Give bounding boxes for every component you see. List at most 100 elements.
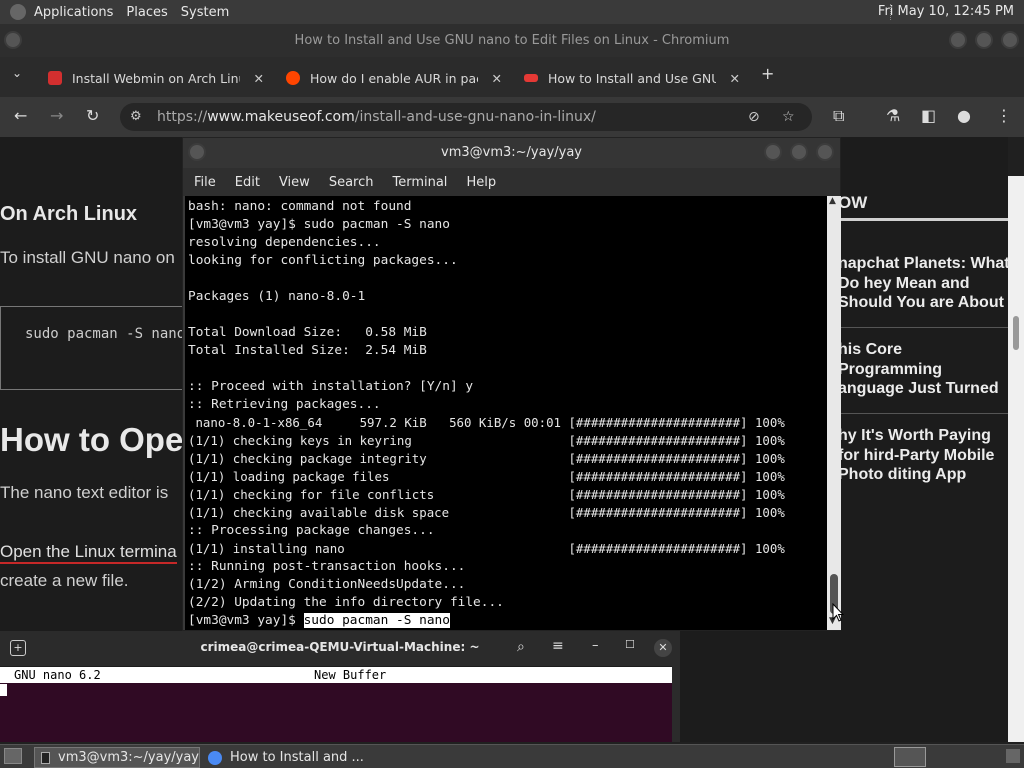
places-menu[interactable]: Places — [126, 5, 167, 20]
terminal-window[interactable]: vm3@vm3:~/yay/yay File Edit View Search … — [182, 137, 841, 631]
top-panel: Applications Places System Fri May 10, 1… — [0, 0, 1024, 24]
window-menu-icon[interactable] — [4, 31, 22, 49]
article-subheading: On Arch Linux — [0, 203, 138, 225]
show-desktop-icon[interactable] — [4, 748, 22, 764]
tab-label: How to Install and Use GNU nano — [548, 70, 716, 86]
reload-icon[interactable]: ↻ — [86, 106, 99, 125]
forward-icon[interactable]: → — [50, 106, 63, 125]
terminal-prompt-line: [vm3@vm3 yay]$ sudo pacman -S nano — [188, 612, 450, 630]
article-paragraph: To install GNU nano on — [0, 248, 175, 267]
terminal-line: [vm3@vm3 yay]$ sudo pacman -S nano — [188, 217, 450, 232]
article-paragraph: create a new file. — [0, 571, 129, 590]
tab-close-icon[interactable]: ✕ — [254, 71, 264, 86]
clock[interactable]: Fri May 10, 12:45 PM — [878, 4, 1014, 19]
menu-search[interactable]: Search — [329, 175, 374, 190]
sidebar-divider — [838, 327, 1008, 328]
hamburger-menu-icon[interactable]: ≡ — [552, 638, 564, 654]
maximize-button[interactable] — [975, 31, 993, 49]
tab-aur[interactable]: How do I enable AUR in pacman ✕ — [286, 63, 502, 93]
nano-editor-area[interactable] — [0, 683, 672, 742]
new-tab-button[interactable]: + — [761, 64, 774, 83]
url-scheme: https:// — [157, 109, 208, 125]
url-host: www.makeuseof.com — [207, 109, 355, 125]
makeuseof-favicon-icon — [524, 74, 538, 82]
sidebar-divider — [838, 413, 1008, 414]
terminal-line: (1/1) loading package files [###########… — [188, 469, 785, 484]
menu-edit[interactable]: Edit — [235, 175, 260, 190]
terminal-close-button[interactable] — [816, 143, 834, 161]
chromium-app-icon — [208, 750, 222, 765]
mouse-pointer-icon — [832, 603, 844, 622]
search-icon[interactable]: ⌕ — [517, 639, 525, 655]
back-icon[interactable]: ← — [14, 106, 27, 125]
sidebar-article-link[interactable]: his Core Programming anguage Just Turned… — [838, 340, 1010, 400]
extensions-icon[interactable]: ⧉ — [833, 106, 844, 126]
menu-kebab-icon[interactable]: ⋮ — [996, 106, 1012, 125]
close-button[interactable] — [1001, 31, 1019, 49]
article-heading: How to Ope — [0, 421, 184, 458]
terminal-title-text: vm3@vm3:~/yay/yay — [441, 145, 582, 160]
system-menu[interactable]: System — [181, 5, 229, 20]
terminal-line: (2/2) Updating the info directory file..… — [188, 595, 504, 610]
sidebar-article-link[interactable]: napchat Planets: What Do hey Mean and Sh… — [838, 254, 1010, 314]
tab-search-icon[interactable]: ⌄ — [12, 66, 22, 80]
tab-close-icon[interactable]: ✕ — [730, 71, 740, 86]
eye-slash-icon[interactable]: ⊘ — [748, 103, 760, 131]
side-panel-icon[interactable]: ◧ — [921, 106, 936, 125]
ubuntu-terminal-title: crimea@crimea-QEMU-Virtual-Machine: ~ — [200, 640, 480, 654]
terminal-app-icon — [41, 751, 50, 764]
menu-view[interactable]: View — [279, 175, 310, 190]
tab-close-icon[interactable]: ✕ — [492, 71, 502, 86]
text-cursor — [0, 684, 7, 696]
terminal-line: bash: nano: command not found — [188, 199, 412, 214]
tab-gnu-nano[interactable]: How to Install and Use GNU nano ✕ — [524, 63, 740, 93]
taskbar-terminal-button[interactable]: vm3@vm3:~/yay/yay — [34, 747, 200, 768]
terminal-line: (1/1) checking package integrity [######… — [188, 451, 785, 466]
sidebar-heading: OW — [838, 193, 868, 212]
terminal-line: (1/1) checking keys in keyring [########… — [188, 433, 785, 448]
page-scrollbar-thumb[interactable] — [1013, 316, 1019, 350]
terminal-line: (1/2) Arming ConditionNeedsUpdate... — [188, 577, 466, 592]
terminal-minimize-button[interactable] — [764, 143, 782, 161]
menu-terminal[interactable]: Terminal — [392, 175, 447, 190]
profile-icon[interactable]: ● — [957, 106, 971, 125]
taskbar-chromium-button[interactable]: How to Install and ... — [204, 747, 374, 768]
browser-window-title: How to Install and Use GNU nano to Edit … — [0, 24, 1024, 57]
ubuntu-terminal-headerbar[interactable]: + crimea@crimea-QEMU-Virtual-Machine: ~ … — [0, 631, 680, 666]
applications-menu[interactable]: Applications — [34, 5, 113, 20]
address-bar[interactable]: ⚙ https://www.makeuseof.com/install-and-… — [120, 103, 812, 131]
scroll-up-icon[interactable]: ▲ — [829, 196, 836, 206]
minimize-button[interactable] — [949, 31, 967, 49]
terminal-line: :: Processing package changes... — [188, 523, 435, 538]
close-icon[interactable]: ✕ — [654, 639, 672, 657]
bottom-taskbar: vm3@vm3:~/yay/yay How to Install and ... — [0, 744, 1024, 768]
selected-command[interactable]: sudo pacman -S nano — [303, 613, 450, 628]
labs-icon[interactable]: ⚗ — [886, 106, 900, 125]
trash-icon[interactable] — [1006, 749, 1020, 763]
article-link[interactable]: Open the Linux termina — [0, 542, 177, 564]
terminal-scrollbar[interactable]: ▲ ▼ — [827, 196, 841, 630]
terminal-line: nano-8.0-1-x86_64 597.2 KiB 560 KiB/s 00… — [188, 415, 785, 430]
terminal-line: :: Retrieving packages... — [188, 397, 381, 412]
maximize-icon[interactable]: ☐ — [625, 638, 635, 651]
terminal-line: Total Download Size: 0.58 MiB — [188, 325, 427, 340]
menu-file[interactable]: File — [194, 175, 216, 190]
terminal-menubar: File Edit View Search Terminal Help — [183, 168, 840, 196]
workspace-switcher[interactable] — [894, 747, 926, 767]
terminal-output[interactable]: bash: nano: command not found [vm3@vm3 y… — [185, 196, 827, 630]
minimize-icon[interactable]: – — [592, 638, 599, 653]
menu-help[interactable]: Help — [466, 175, 496, 190]
page-scrollbar[interactable] — [1008, 176, 1024, 742]
webmin-favicon-icon — [48, 71, 62, 85]
site-info-icon[interactable]: ⚙ — [130, 103, 142, 131]
tab-label: Install Webmin on Arch Linux — [72, 70, 240, 86]
tab-webmin[interactable]: Install Webmin on Arch Linux ✕ — [48, 63, 264, 93]
terminal-window-menu-icon[interactable] — [188, 143, 206, 161]
ubuntu-terminal-border — [672, 666, 680, 742]
terminal-maximize-button[interactable] — [790, 143, 808, 161]
apps-menu-icon[interactable] — [10, 4, 26, 20]
bookmark-star-icon[interactable]: ☆ — [782, 103, 795, 131]
tab-strip: ⌄ Install Webmin on Arch Linux ✕ How do … — [0, 57, 1024, 97]
terminal-titlebar[interactable]: vm3@vm3:~/yay/yay — [183, 138, 840, 168]
sidebar-article-link[interactable]: hy It's Worth Paying for hird-Party Mobi… — [838, 426, 1010, 486]
